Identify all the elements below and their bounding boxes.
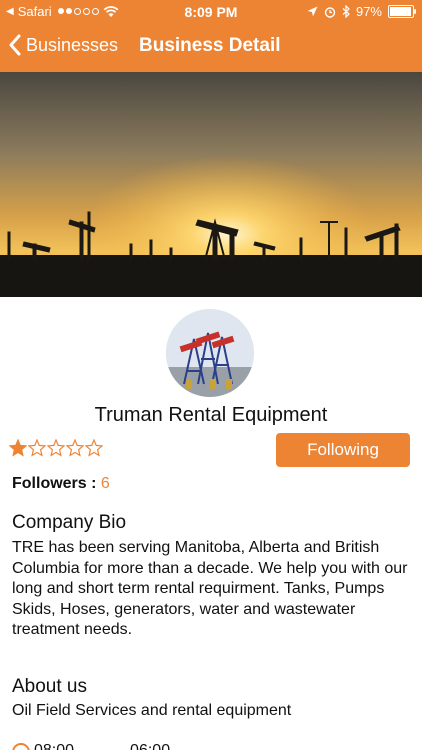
about-us-text: Oil Field Services and rental equipment — [12, 702, 292, 719]
star-filled-icon[interactable] — [9, 439, 27, 457]
top-bar: ◀ Safari 8:09 PM 97% Businesses Business… — [0, 0, 422, 72]
about-us-heading: About us — [12, 676, 87, 697]
chevron-left-icon — [9, 34, 21, 56]
company-bio-heading: Company Bio — [12, 512, 127, 533]
star-empty-icon[interactable] — [47, 439, 65, 457]
star-empty-icon[interactable] — [28, 439, 46, 457]
back-button[interactable]: Businesses — [8, 34, 118, 56]
bluetooth-icon — [342, 5, 350, 18]
battery-icon — [388, 5, 416, 18]
closing-time: 06:00 — [130, 742, 170, 750]
followers-label: Followers : — [12, 475, 97, 492]
followers-row: Followers : 6 — [12, 475, 110, 493]
location-icon — [307, 6, 318, 17]
company-bio-text: TRE has been serving Manitoba, Alberta a… — [12, 539, 408, 638]
nav-title: Business Detail — [139, 35, 281, 56]
star-empty-icon[interactable] — [66, 439, 84, 457]
following-button[interactable]: Following — [276, 433, 410, 467]
business-avatar — [166, 309, 254, 397]
rating-stars[interactable] — [9, 439, 103, 457]
star-empty-icon[interactable] — [85, 439, 103, 457]
alarm-icon — [324, 6, 336, 18]
followers-count: 6 — [100, 475, 110, 492]
opening-time: 08:00 — [34, 742, 74, 750]
status-bar: ◀ Safari 8:09 PM 97% — [0, 0, 422, 24]
cover-image — [0, 72, 422, 297]
battery-percent: 97% — [355, 4, 382, 19]
business-detail-screen: ◀ Safari 8:09 PM 97% Businesses Business… — [0, 0, 422, 750]
clock-icon — [12, 743, 30, 750]
back-button-label: Businesses — [26, 34, 119, 55]
navigation-bar: Businesses Business Detail — [0, 26, 422, 70]
business-name: Truman Rental Equipment — [94, 404, 328, 426]
business-hours: 08:00 06:00 — [34, 742, 170, 750]
status-right: 97% — [307, 4, 416, 19]
